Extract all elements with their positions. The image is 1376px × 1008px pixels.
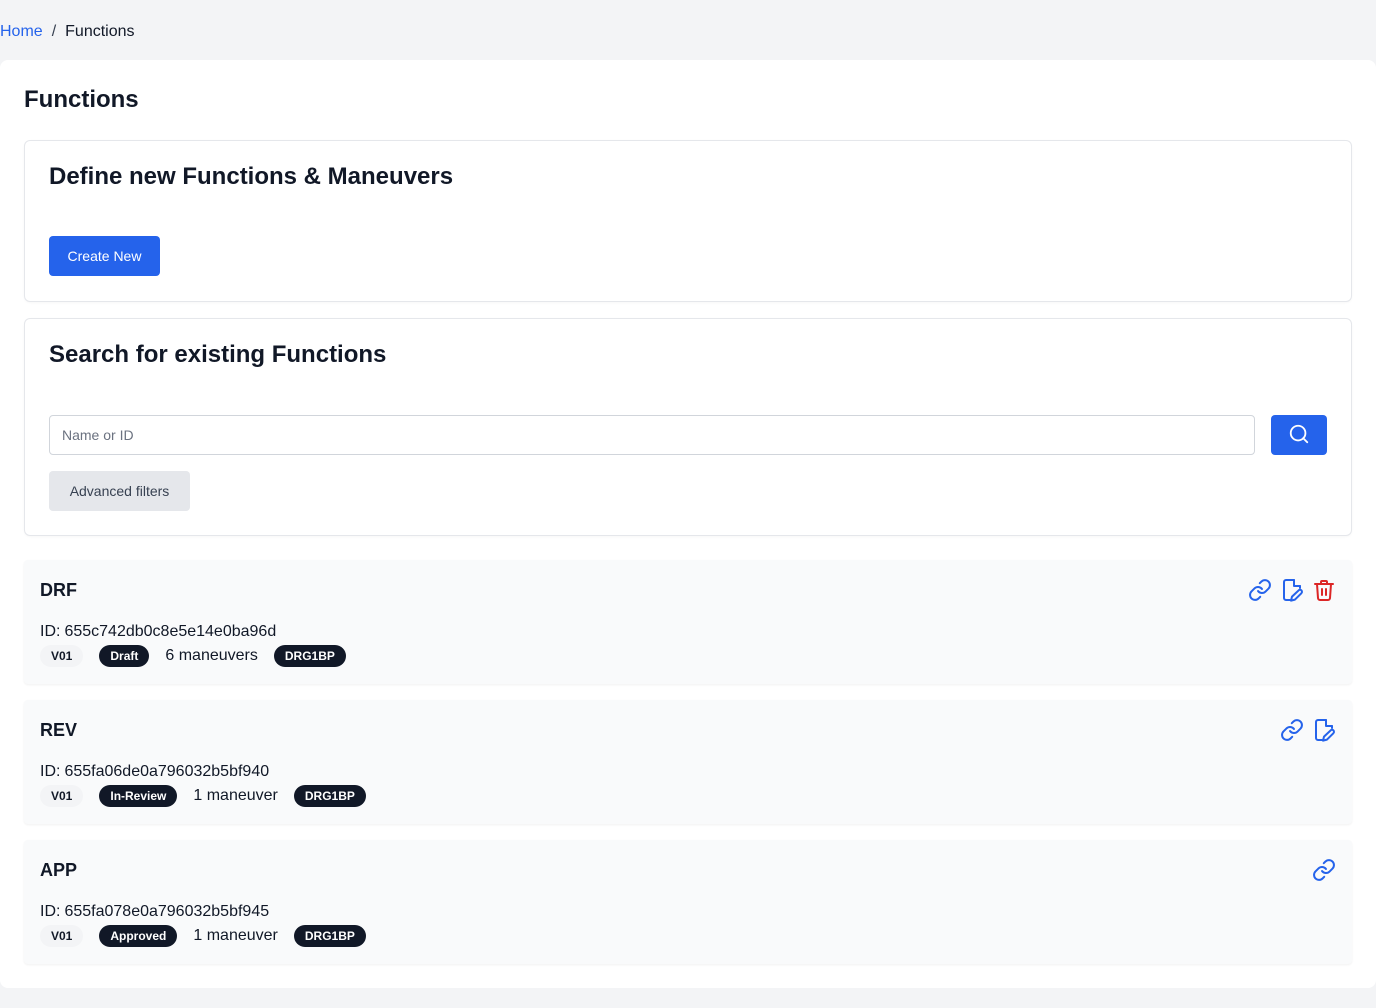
meta-row: V01 Draft 6 maneuvers DRG1BP xyxy=(40,645,346,667)
item-actions xyxy=(1280,717,1336,743)
breadcrumb-home-link[interactable]: Home xyxy=(0,23,43,41)
edit-document-icon[interactable] xyxy=(1280,578,1304,602)
function-id: ID: 655c742db0c8e5e14e0ba96d xyxy=(40,623,276,641)
version-badge: V01 xyxy=(40,925,84,947)
advanced-filters-button[interactable]: Advanced filters xyxy=(49,471,190,511)
link-icon[interactable] xyxy=(1280,718,1304,742)
define-section-title: Define new Functions & Maneuvers xyxy=(49,163,454,190)
id-value: 655c742db0c8e5e14e0ba96d xyxy=(64,623,277,640)
status-badge: Draft xyxy=(99,645,150,667)
function-name: APP xyxy=(40,860,78,880)
create-new-button[interactable]: Create New xyxy=(49,236,160,276)
link-icon[interactable] xyxy=(1248,578,1272,602)
meta-row: V01 Approved 1 maneuver DRG1BP xyxy=(40,925,366,947)
tag-badge: DRG1BP xyxy=(293,925,366,947)
list-item: DRF ID: 655c742db0c8e5e14e0ba96d V01 Dra… xyxy=(24,560,1352,684)
item-actions xyxy=(1248,577,1336,603)
tag-badge: DRG1BP xyxy=(293,785,366,807)
link-icon[interactable] xyxy=(1312,858,1336,882)
status-badge: In-Review xyxy=(99,785,178,807)
function-id: ID: 655fa06de0a796032b5bf940 xyxy=(40,763,269,781)
page-title: Functions xyxy=(24,86,139,113)
version-badge: V01 xyxy=(40,645,84,667)
item-actions xyxy=(1312,857,1336,883)
search-icon xyxy=(1288,423,1310,448)
tag-badge: DRG1BP xyxy=(273,645,346,667)
define-section: Define new Functions & Maneuvers Create … xyxy=(24,140,1352,302)
breadcrumb-separator: / xyxy=(51,23,57,40)
id-label: ID: xyxy=(40,763,61,780)
function-name: DRF xyxy=(40,580,77,600)
list-item: REV ID: 655fa06de0a796032b5bf940 V01 In-R… xyxy=(24,700,1352,824)
maneuver-count: 1 maneuver xyxy=(193,927,278,944)
breadcrumb: Home / Functions xyxy=(0,22,135,42)
version-badge: V01 xyxy=(40,785,84,807)
maneuver-count: 1 maneuver xyxy=(193,787,278,804)
search-input[interactable] xyxy=(49,415,1255,455)
search-section-title: Search for existing Functions xyxy=(49,341,387,368)
search-button[interactable] xyxy=(1271,415,1327,455)
status-badge: Approved xyxy=(99,925,178,947)
search-section: Search for existing Functions Advanced f… xyxy=(24,318,1352,536)
function-id: ID: 655fa078e0a796032b5bf945 xyxy=(40,903,269,921)
id-label: ID: xyxy=(40,623,61,640)
id-value: 655fa06de0a796032b5bf940 xyxy=(64,763,270,780)
meta-row: V01 In-Review 1 maneuver DRG1BP xyxy=(40,785,366,807)
id-value: 655fa078e0a796032b5bf945 xyxy=(64,903,270,920)
id-label: ID: xyxy=(40,903,61,920)
trash-icon[interactable] xyxy=(1312,578,1336,602)
edit-document-icon[interactable] xyxy=(1312,718,1336,742)
breadcrumb-current: Functions xyxy=(65,23,135,40)
list-item: APP ID: 655fa078e0a796032b5bf945 V01 Appr… xyxy=(24,840,1352,964)
function-name: REV xyxy=(40,720,78,740)
maneuver-count: 6 maneuvers xyxy=(165,647,258,664)
